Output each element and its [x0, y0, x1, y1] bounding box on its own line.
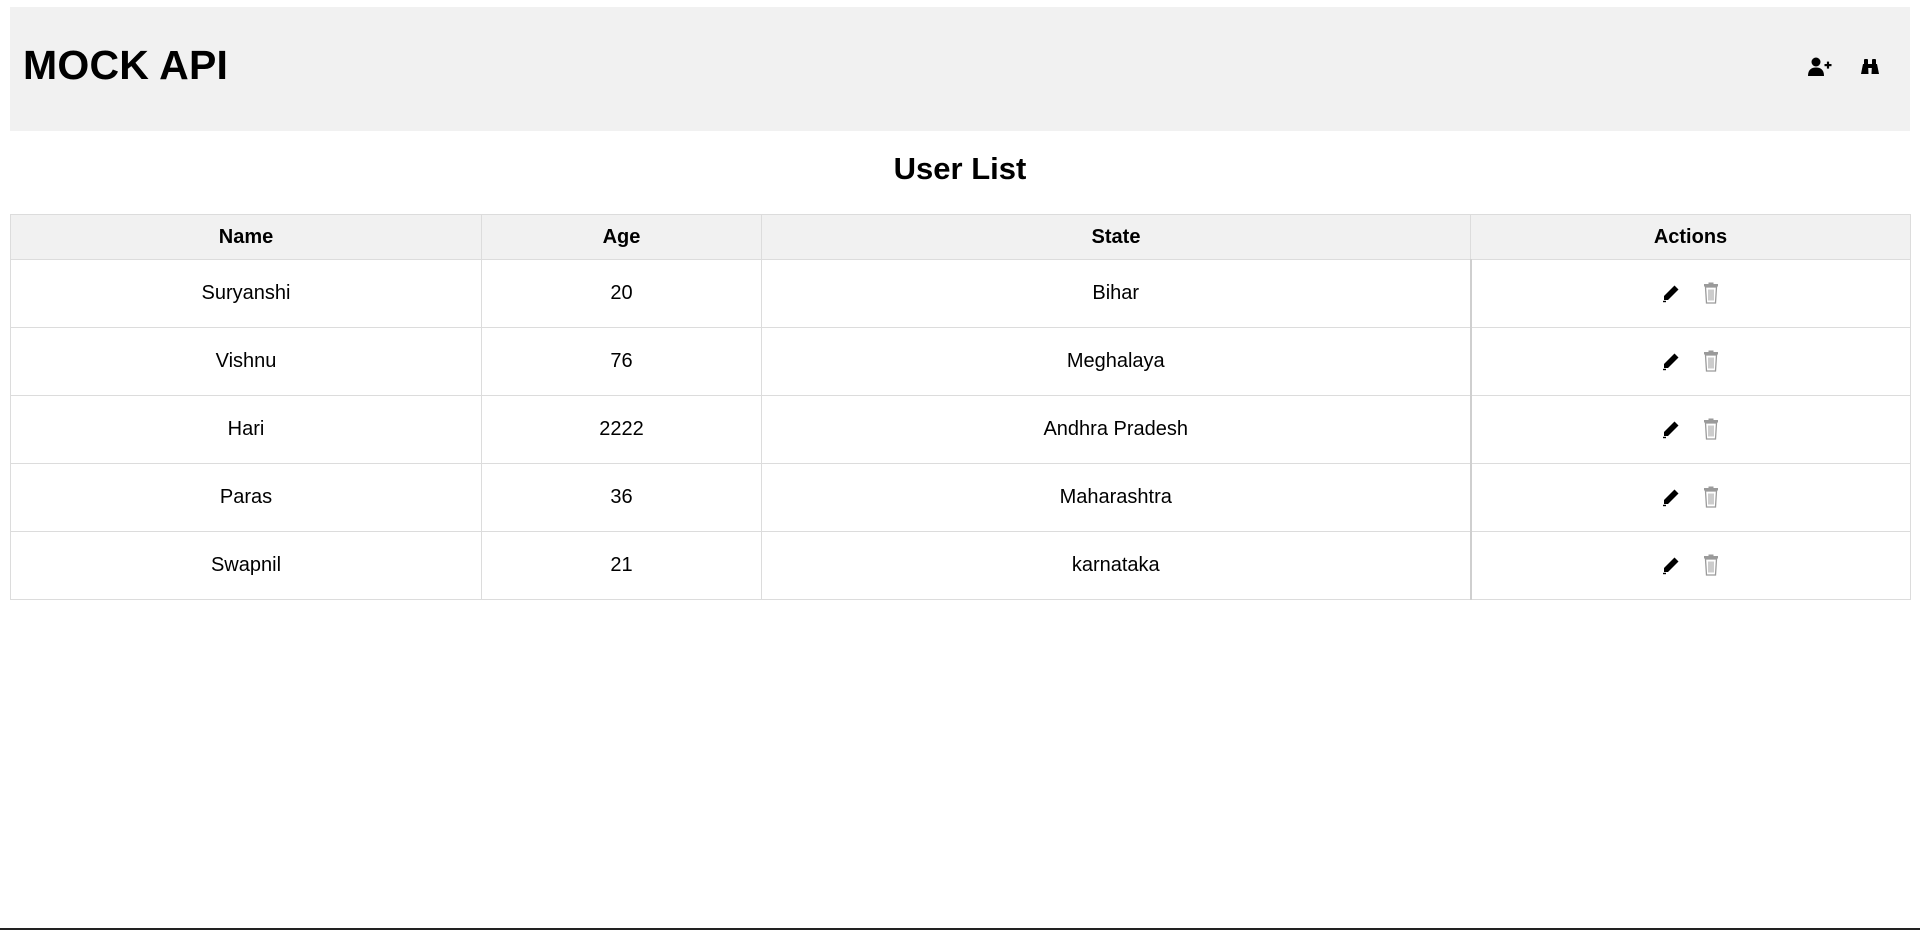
table-row: Hari 2222 Andhra Pradesh [10, 395, 1911, 464]
app-title: MOCK API [23, 42, 229, 88]
column-header-age: Age [481, 214, 762, 260]
cell-state: karnataka [761, 531, 1471, 600]
cell-age: 20 [481, 259, 762, 328]
app-header: MOCK API [10, 7, 1910, 131]
row-actions [1660, 282, 1722, 306]
column-header-name: Name [10, 214, 482, 260]
trash-icon [1703, 418, 1719, 443]
table-row: Suryanshi 20 Bihar [10, 259, 1911, 328]
header-actions [1807, 55, 1883, 81]
pencil-icon [1661, 283, 1681, 306]
edit-button[interactable] [1660, 554, 1682, 578]
pencil-icon [1661, 555, 1681, 578]
row-actions [1660, 554, 1722, 578]
trash-icon [1703, 486, 1719, 511]
add-user-icon [1808, 57, 1832, 80]
cell-actions [1469, 259, 1911, 328]
cell-name: Paras [10, 463, 482, 532]
add-user-button[interactable] [1807, 55, 1833, 81]
table-header-row: Name Age State Actions [10, 214, 1911, 260]
user-table-container: Name Age State Actions Suryanshi 20 Biha… [10, 214, 1911, 600]
user-table: Name Age State Actions Suryanshi 20 Biha… [10, 214, 1911, 600]
trash-icon [1703, 282, 1719, 307]
edit-button[interactable] [1660, 282, 1682, 306]
cell-state: Andhra Pradesh [761, 395, 1471, 464]
cell-actions [1469, 395, 1911, 464]
pencil-icon [1661, 487, 1681, 510]
row-actions [1660, 350, 1722, 374]
pencil-icon [1661, 419, 1681, 442]
edit-button[interactable] [1660, 418, 1682, 442]
delete-button[interactable] [1700, 418, 1722, 442]
edit-button[interactable] [1660, 486, 1682, 510]
delete-button[interactable] [1700, 282, 1722, 306]
page: MOCK API User List Name Age State Action… [0, 0, 1920, 930]
cell-age: 21 [481, 531, 762, 600]
cell-age: 36 [481, 463, 762, 532]
delete-button[interactable] [1700, 486, 1722, 510]
binoculars-icon [1860, 58, 1880, 79]
row-actions [1660, 486, 1722, 510]
trash-icon [1703, 554, 1719, 579]
pencil-icon [1661, 351, 1681, 374]
cell-actions [1469, 327, 1911, 396]
cell-actions [1469, 531, 1911, 600]
table-row: Swapnil 21 karnataka [10, 531, 1911, 600]
cell-name: Hari [10, 395, 482, 464]
delete-button[interactable] [1700, 350, 1722, 374]
column-header-state: State [761, 214, 1471, 260]
column-header-actions: Actions [1470, 214, 1911, 260]
cell-state: Bihar [761, 259, 1471, 328]
row-actions [1660, 418, 1722, 442]
trash-icon [1703, 350, 1719, 375]
table-row: Vishnu 76 Meghalaya [10, 327, 1911, 396]
cell-age: 2222 [481, 395, 762, 464]
user-list-title: User List [893, 151, 1027, 186]
edit-button[interactable] [1660, 350, 1682, 374]
table-row: Paras 36 Maharashtra [10, 463, 1911, 532]
delete-button[interactable] [1700, 554, 1722, 578]
cell-state: Maharashtra [761, 463, 1471, 532]
cell-age: 76 [481, 327, 762, 396]
cell-name: Suryanshi [10, 259, 482, 328]
cell-state: Meghalaya [761, 327, 1471, 396]
cell-name: Vishnu [10, 327, 482, 396]
search-users-button[interactable] [1857, 55, 1883, 81]
cell-name: Swapnil [10, 531, 482, 600]
cell-actions [1469, 463, 1911, 532]
